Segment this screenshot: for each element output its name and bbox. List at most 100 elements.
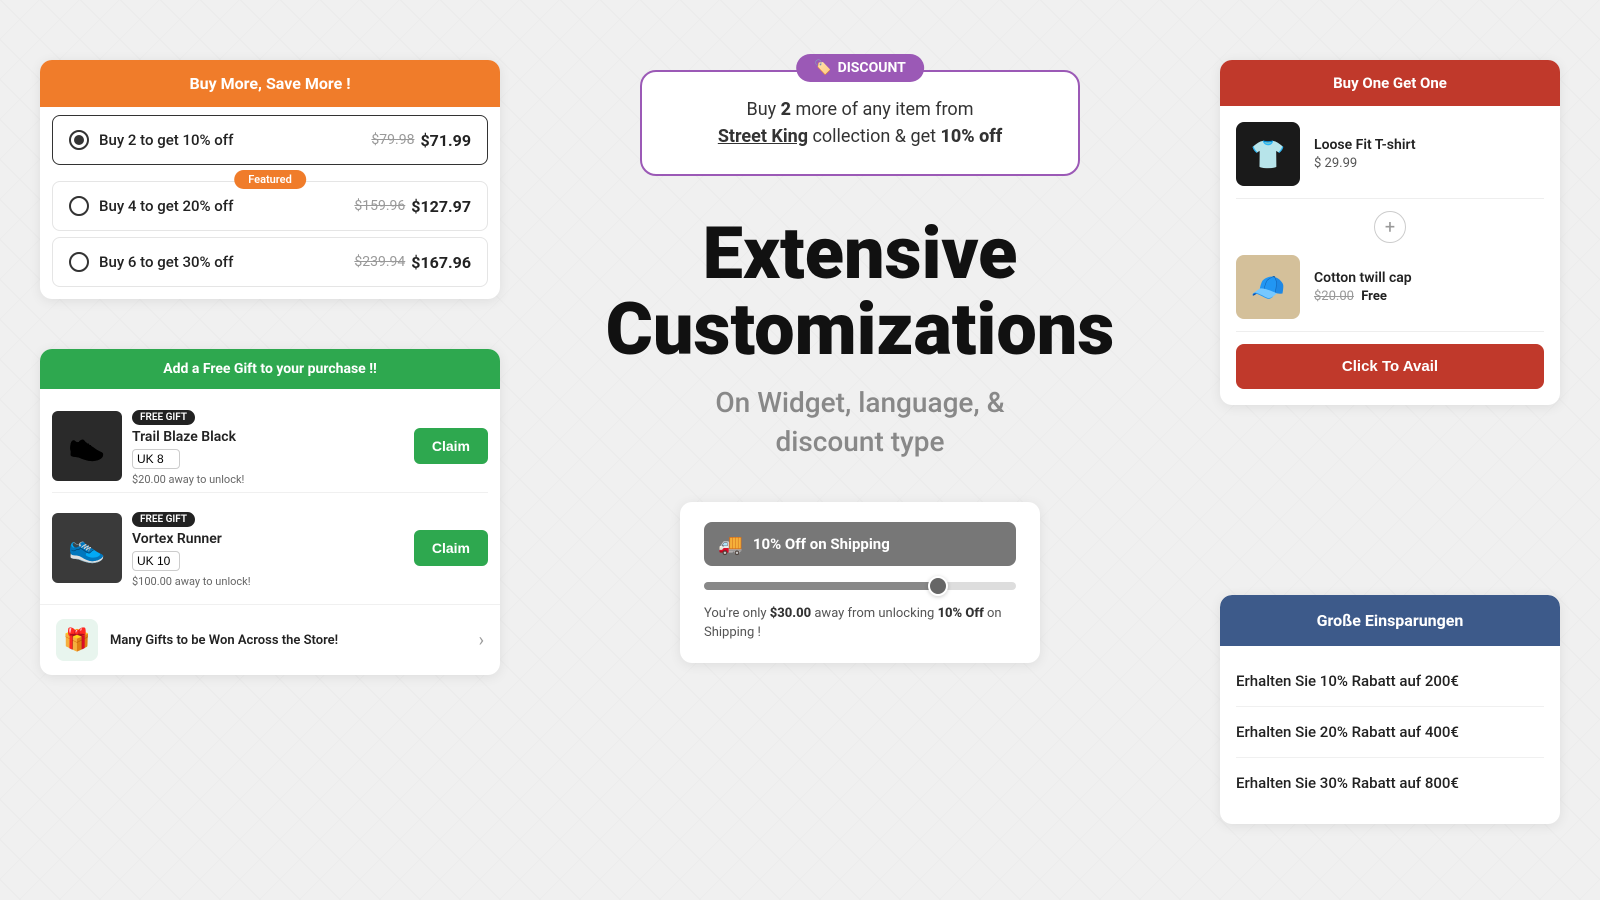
bogo-item-name-1: Loose Fit T-shirt	[1314, 137, 1544, 153]
german-widget: Große Einsparungen Erhalten Sie 10% Raba…	[1220, 595, 1560, 824]
discount-label-text: DISCOUNT	[838, 60, 906, 76]
right-column: Buy One Get One 👕 Loose Fit T-shirt $ 29…	[1220, 40, 1560, 824]
buy-option-prices-3: $239.94 $167.96	[354, 253, 471, 272]
bogo-item-img-2: 🧢	[1236, 255, 1300, 319]
gift-item-1: FREE GIFT Trail Blaze Black UK 8 UK 9 UK…	[52, 399, 488, 493]
free-gift-widget: Add a Free Gift to your purchase !! FREE…	[40, 349, 500, 675]
gift-icon: 🎁	[56, 619, 98, 661]
shipping-amount: $30.00	[770, 606, 811, 621]
gift-footer[interactable]: 🎁 Many Gifts to be Won Across the Store!…	[40, 604, 500, 675]
gift-item-unlock-2: $100.00 away to unlock!	[132, 575, 404, 588]
gift-item-name-1: Trail Blaze Black	[132, 429, 404, 445]
discounted-price-2: $127.97	[411, 197, 471, 216]
bogo-widget: Buy One Get One 👕 Loose Fit T-shirt $ 29…	[1220, 60, 1560, 405]
cap-icon: 🧢	[1236, 255, 1300, 319]
buy-option-1[interactable]: Buy 2 to get 10% off $79.98 $71.99	[52, 115, 488, 165]
progress-fill	[704, 582, 938, 590]
gift-item-size-1: UK 8 UK 9 UK 10	[132, 449, 404, 469]
discount-highlight: 10% off	[940, 126, 1002, 147]
subtitle-line1: On Widget, language, &	[715, 386, 1004, 419]
gift-item-unlock-1: $20.00 away to unlock!	[132, 473, 404, 486]
radio-2	[69, 196, 89, 216]
headline-line1: Extensive	[703, 211, 1018, 296]
left-column: Buy More, Save More ! Buy 2 to get 10% o…	[40, 40, 500, 675]
shipping-discount: 10% Off	[938, 606, 984, 621]
discount-banner: 🏷️ DISCOUNT Buy 2 more of any item from …	[640, 70, 1080, 176]
main-headline: Extensive Customizations On Widget, lang…	[606, 216, 1115, 462]
buy-option-label-1: Buy 2 to get 10% off	[99, 131, 361, 149]
free-gift-header: Add a Free Gift to your purchase !!	[40, 349, 500, 389]
original-price-1: $79.98	[371, 132, 414, 148]
bogo-item-2: 🧢 Cotton twill cap $20.00 Free	[1236, 255, 1544, 332]
discounted-price-1: $71.99	[420, 131, 471, 150]
gift-item-2: FREE GIFT Vortex Runner UK 10 UK 8 UK 9 …	[52, 501, 488, 594]
gift-item-img-1	[52, 411, 122, 481]
gift-item-info-1: FREE GIFT Trail Blaze Black UK 8 UK 9 UK…	[132, 405, 404, 486]
size-select-2[interactable]: UK 10 UK 8 UK 9	[132, 551, 180, 571]
discount-bold: 2	[781, 99, 791, 120]
shoe-black-icon	[52, 411, 122, 481]
free-gift-badge-1: FREE GIFT	[132, 410, 195, 425]
buy-more-widget: Buy More, Save More ! Buy 2 to get 10% o…	[40, 60, 500, 299]
bogo-item-info-1: Loose Fit T-shirt $ 29.99	[1314, 137, 1544, 171]
gift-item-name-2: Vortex Runner	[132, 531, 404, 547]
plus-circle: +	[1374, 211, 1406, 243]
headline-line2: Customizations	[606, 287, 1115, 372]
shipping-widget: 🚚 10% Off on Shipping You're only $30.00…	[680, 502, 1040, 663]
bogo-item-1: 👕 Loose Fit T-shirt $ 29.99	[1236, 122, 1544, 199]
shipping-desc-part2: away from unlocking	[811, 606, 937, 621]
shipping-desc: You're only $30.00 away from unlocking 1…	[704, 604, 1016, 643]
claim-button-2[interactable]: Claim	[414, 530, 488, 566]
buy-option-2[interactable]: Featured Buy 4 to get 20% off $159.96 $1…	[52, 181, 488, 231]
shipping-title: 10% Off on Shipping	[753, 535, 890, 553]
progress-thumb	[928, 576, 948, 596]
buy-more-header: Buy More, Save More !	[40, 60, 500, 107]
brand-underline: Street King	[718, 126, 808, 147]
claim-button-1[interactable]: Claim	[414, 428, 488, 464]
radio-3	[69, 252, 89, 272]
gift-item-info-2: FREE GIFT Vortex Runner UK 10 UK 8 UK 9 …	[132, 507, 404, 588]
buy-option-label-3: Buy 6 to get 30% off	[99, 253, 344, 271]
gift-item-img-2	[52, 513, 122, 583]
bogo-item-price-1: $ 29.99	[1314, 156, 1544, 171]
headline-title: Extensive Customizations	[606, 216, 1115, 367]
original-price-2: $159.96	[354, 198, 405, 214]
bogo-content: 👕 Loose Fit T-shirt $ 29.99 + 🧢	[1220, 106, 1560, 405]
buy-more-options: Buy 2 to get 10% off $79.98 $71.99 Featu…	[40, 107, 500, 299]
buy-option-3[interactable]: Buy 6 to get 30% off $239.94 $167.96	[52, 237, 488, 287]
tag-icon: 🏷️	[814, 60, 831, 76]
german-item-2: Erhalten Sie 20% Rabatt auf 400€	[1236, 707, 1544, 758]
page-container: Buy More, Save More ! Buy 2 to get 10% o…	[0, 0, 1600, 900]
subtitle-line2: discount type	[775, 425, 944, 458]
bogo-free-label: Free	[1361, 289, 1387, 304]
german-item-3: Erhalten Sie 30% Rabatt auf 800€	[1236, 758, 1544, 808]
progress-track	[704, 582, 1016, 590]
bogo-original-price-2: $20.00	[1314, 289, 1354, 304]
german-header: Große Einsparungen	[1220, 595, 1560, 646]
tshirt-icon: 👕	[1236, 122, 1300, 186]
original-price-3: $239.94	[354, 254, 405, 270]
featured-badge: Featured	[234, 170, 306, 189]
progress-bar-container	[704, 582, 1016, 590]
center-column: 🏷️ DISCOUNT Buy 2 more of any item from …	[500, 40, 1220, 663]
german-item-1: Erhalten Sie 10% Rabatt auf 200€	[1236, 656, 1544, 707]
discount-label: 🏷️ DISCOUNT	[796, 54, 924, 82]
bogo-price-1: $ 29.99	[1314, 156, 1357, 171]
shipping-desc-part1: You're only	[704, 606, 770, 621]
size-select-1[interactable]: UK 8 UK 9 UK 10	[132, 449, 180, 469]
bogo-item-img-1: 👕	[1236, 122, 1300, 186]
discount-text-part3: collection & get	[808, 126, 940, 147]
gift-footer-text: Many Gifts to be Won Across the Store!	[110, 633, 467, 648]
discount-text: Buy 2 more of any item from Street King …	[682, 96, 1038, 150]
discount-text-part1: Buy	[747, 99, 781, 120]
buy-option-label-2: Buy 4 to get 20% off	[99, 197, 344, 215]
bogo-header: Buy One Get One	[1220, 60, 1560, 106]
buy-option-prices-1: $79.98 $71.99	[371, 131, 471, 150]
buy-option-prices-2: $159.96 $127.97	[354, 197, 471, 216]
bogo-cta-button[interactable]: Click To Avail	[1236, 344, 1544, 389]
discount-text-part2: more of any item from	[791, 99, 973, 120]
bogo-item-info-2: Cotton twill cap $20.00 Free	[1314, 270, 1544, 304]
shipping-header: 🚚 10% Off on Shipping	[704, 522, 1016, 566]
radio-selected-1	[69, 130, 89, 150]
discounted-price-3: $167.96	[411, 253, 471, 272]
